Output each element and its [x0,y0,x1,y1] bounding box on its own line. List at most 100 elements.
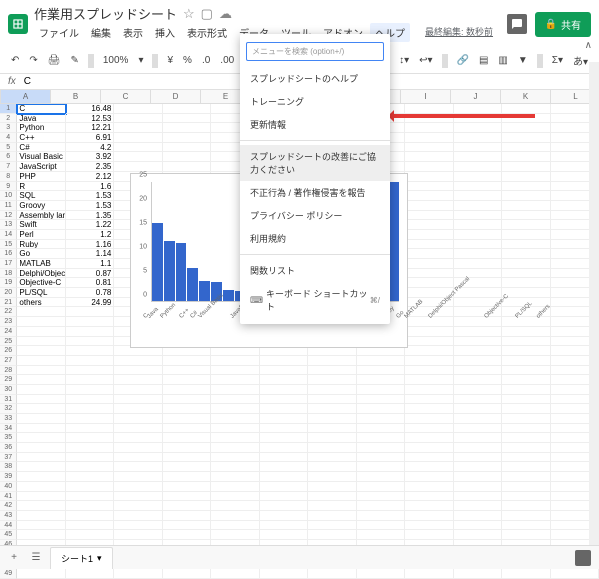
cell[interactable] [114,453,162,463]
cell[interactable] [357,356,405,366]
cell[interactable] [66,511,114,521]
cell[interactable]: 24.99 [66,298,114,308]
cell[interactable]: 6.91 [66,133,114,143]
cell[interactable] [454,133,502,143]
col-header[interactable]: I [401,90,451,104]
cell[interactable] [163,482,211,492]
cell[interactable]: Go [17,249,65,259]
cell[interactable] [308,511,356,521]
cell[interactable] [211,404,259,414]
row-header[interactable]: 23 [0,317,17,327]
cell[interactable] [260,482,308,492]
cell[interactable] [454,385,502,395]
cell[interactable] [454,249,502,259]
currency[interactable]: ¥ [164,53,176,68]
cell[interactable] [308,501,356,511]
cell[interactable] [308,453,356,463]
cell[interactable] [454,356,502,366]
menu-format[interactable]: 表示形式 [182,23,232,42]
cell[interactable] [454,424,502,434]
filter-icon[interactable]: ▼ [515,53,531,68]
cell[interactable] [502,230,550,240]
cell[interactable] [308,404,356,414]
sheet-tab[interactable]: シート1 ▾ [50,547,113,569]
cell[interactable] [502,453,550,463]
dec-inc[interactable]: .00 [217,53,237,68]
cell[interactable] [114,356,162,366]
cell[interactable] [66,482,114,492]
row-header[interactable]: 42 [0,501,17,511]
cell[interactable] [357,424,405,434]
cell[interactable] [66,356,114,366]
cell[interactable] [405,346,453,356]
cell[interactable] [114,375,162,385]
cell[interactable] [502,501,550,511]
cell[interactable] [260,375,308,385]
cell[interactable] [502,152,550,162]
cell[interactable] [405,133,453,143]
cell[interactable] [502,278,550,288]
cell[interactable] [454,492,502,502]
cell[interactable] [163,521,211,531]
cell[interactable] [17,521,65,531]
row-header[interactable]: 31 [0,395,17,405]
cell[interactable] [163,530,211,540]
cell[interactable] [211,395,259,405]
cell[interactable] [163,462,211,472]
cell[interactable] [260,472,308,482]
row-header[interactable]: 16 [0,249,17,259]
cell[interactable]: 0.78 [66,288,114,298]
cell[interactable] [308,472,356,482]
valign-icon[interactable]: ↕▾ [396,53,412,68]
cell[interactable]: C# [17,143,65,153]
cell[interactable]: 2.12 [66,172,114,182]
cell[interactable] [163,443,211,453]
cell[interactable]: 1.22 [66,220,114,230]
cell[interactable] [211,530,259,540]
cell[interactable] [163,424,211,434]
row-header[interactable]: 24 [0,327,17,337]
cell[interactable] [114,501,162,511]
cell[interactable] [454,240,502,250]
cell[interactable] [163,152,211,162]
cell[interactable] [211,414,259,424]
cell[interactable] [454,482,502,492]
row-header[interactable]: 14 [0,230,17,240]
cell[interactable] [66,317,114,327]
undo-icon[interactable]: ↶ [8,53,22,68]
cell[interactable] [502,220,550,230]
cell[interactable] [114,530,162,540]
cell[interactable]: C [17,104,65,114]
cell[interactable] [66,375,114,385]
cell[interactable] [357,511,405,521]
cell[interactable] [66,404,114,414]
cell[interactable] [211,424,259,434]
chart-bar[interactable] [164,241,175,301]
cell[interactable] [502,385,550,395]
cell[interactable] [17,433,65,443]
cell[interactable] [260,366,308,376]
cell[interactable] [405,443,453,453]
cell[interactable] [405,395,453,405]
cell[interactable] [163,395,211,405]
cell[interactable]: Assembly langua [17,211,65,221]
row-header[interactable]: 26 [0,346,17,356]
cell[interactable] [454,414,502,424]
cell[interactable] [163,162,211,172]
cell[interactable] [405,511,453,521]
row-header[interactable]: 35 [0,433,17,443]
cell[interactable]: 4.2 [66,143,114,153]
cell[interactable] [502,201,550,211]
cell[interactable] [405,191,453,201]
link-icon[interactable]: 🔗 [454,53,472,68]
collapse-icon[interactable]: ∧ [582,38,595,53]
col-header[interactable]: C [101,90,151,104]
row-header[interactable]: 38 [0,462,17,472]
cell[interactable] [114,521,162,531]
cell[interactable] [405,472,453,482]
cell[interactable] [357,375,405,385]
cell[interactable] [163,453,211,463]
cell[interactable] [66,443,114,453]
cell[interactable] [454,143,502,153]
cell[interactable] [454,162,502,172]
